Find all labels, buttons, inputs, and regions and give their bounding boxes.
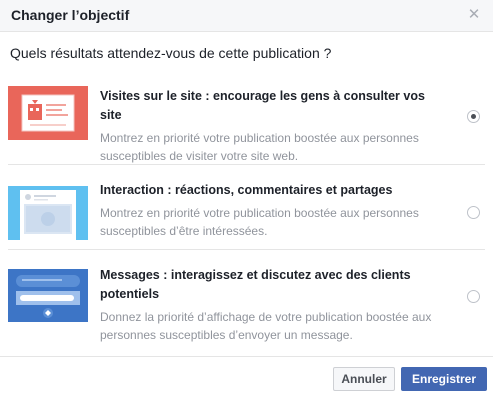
- close-icon[interactable]: ✕: [467, 7, 481, 22]
- option-title: Visites sur le site : encourage les gens…: [100, 89, 425, 122]
- save-button[interactable]: Enregistrer: [401, 367, 487, 391]
- radio-website-visits[interactable]: [467, 110, 480, 123]
- radio-engagement[interactable]: [467, 206, 480, 219]
- messages-illustration: [8, 269, 88, 322]
- option-description: Montrez en priorité votre publication bo…: [100, 206, 419, 238]
- dialog-title: Changer l’objectif: [11, 7, 130, 23]
- divider: [8, 249, 485, 250]
- dialog-header: Changer l’objectif ✕: [0, 0, 493, 32]
- option-title: Interaction : réactions, commentaires et…: [100, 183, 393, 197]
- option-engagement[interactable]: Interaction : réactions, commentaires et…: [0, 172, 493, 258]
- divider: [8, 164, 485, 165]
- engagement-illustration: [8, 186, 88, 240]
- dialog-footer: Annuler Enregistrer: [0, 356, 493, 398]
- radio-messages[interactable]: [467, 290, 480, 303]
- option-title: Messages : interagissez et discutez avec…: [100, 268, 411, 301]
- cancel-button[interactable]: Annuler: [333, 367, 395, 391]
- option-description: Montrez en priorité votre publication bo…: [100, 131, 419, 163]
- option-website-visits[interactable]: Visites sur le site : encourage les gens…: [0, 78, 493, 164]
- option-description: Donnez la priorité d’affichage de votre …: [100, 310, 432, 342]
- objective-question: Quels résultats attendez-vous de cette p…: [10, 45, 332, 61]
- option-messages[interactable]: Messages : interagissez et discutez avec…: [0, 257, 493, 343]
- website-visits-illustration: [8, 86, 88, 140]
